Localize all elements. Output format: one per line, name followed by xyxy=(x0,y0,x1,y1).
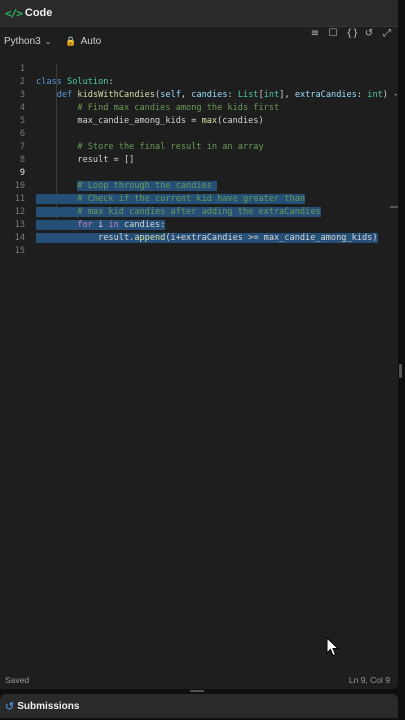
code-panel-header: </> Code xyxy=(0,0,398,27)
reset-icon[interactable]: ↺ xyxy=(364,28,374,39)
code-line: 13 result.append(i+extraCandies >= max_c… xyxy=(0,206,398,243)
code-line: 14 xyxy=(0,219,398,243)
mouse-pointer-icon xyxy=(326,637,340,657)
saved-status: Saved xyxy=(5,674,30,685)
code-line: 12 for i in candies: xyxy=(0,193,398,230)
bookmark-icon[interactable]: ☐ xyxy=(328,28,338,39)
language-selector[interactable]: Python3 ⌄ xyxy=(4,36,51,47)
chevron-down-icon: ⌄ xyxy=(44,36,52,46)
code-editor[interactable]: 1 class Solution: 2 def kidsWithCandies(… xyxy=(0,50,398,670)
horizontal-resize-handle[interactable] xyxy=(190,690,204,692)
vertical-resize-handle[interactable] xyxy=(399,364,402,378)
panel-title: Code xyxy=(24,7,53,19)
code-line: 5 xyxy=(0,102,398,126)
scrollbar-marker[interactable] xyxy=(390,206,398,208)
code-line: 8 xyxy=(0,141,398,165)
language-label: Python3 xyxy=(4,35,41,47)
submissions-panel-header[interactable]: ↺ Submissions xyxy=(0,694,398,718)
code-line: 7 result = [] xyxy=(0,128,398,165)
line-number: 15 xyxy=(14,246,25,256)
format-icon[interactable]: ≡ xyxy=(310,28,320,39)
code-panel: </> Code Python3 ⌄ 🔒 Auto ≡ ☐ {} ↺ ⤢ 1 c… xyxy=(0,0,398,689)
status-bar: Saved Ln 9, Col 9 xyxy=(0,670,398,689)
braces-icon[interactable]: {} xyxy=(346,28,359,39)
editor-actions: ≡ ☐ {} ↺ ⤢ xyxy=(310,28,392,39)
code-line: 3 # Find max candies among the kids firs… xyxy=(0,76,398,113)
auto-mode-label: Auto xyxy=(80,35,102,47)
code-line: 1 class Solution: xyxy=(0,50,398,87)
code-line: 15 xyxy=(0,232,398,256)
code-line: 6 # Store the final result in an array xyxy=(0,115,398,152)
code-line: 10 # Check if the current kid have great… xyxy=(0,167,398,204)
cursor-position: Ln 9, Col 9 xyxy=(348,674,390,685)
code-line: 9 # Loop through the candies xyxy=(0,154,398,191)
code-line: 2 def kidsWithCandies(self, candies: Lis… xyxy=(0,63,398,100)
code-icon: </> xyxy=(5,6,23,20)
history-icon: ↺ xyxy=(5,700,15,713)
auto-mode-toggle[interactable]: 🔒 Auto xyxy=(65,36,101,47)
lock-icon: 🔒 xyxy=(65,35,77,46)
code-line: 4 max_candie_among_kids = max(candies) xyxy=(0,89,398,126)
code-line: 11 # max kid candies after adding the ex… xyxy=(0,180,398,217)
submissions-title: Submissions xyxy=(17,700,80,712)
expand-icon[interactable]: ⤢ xyxy=(382,28,392,39)
